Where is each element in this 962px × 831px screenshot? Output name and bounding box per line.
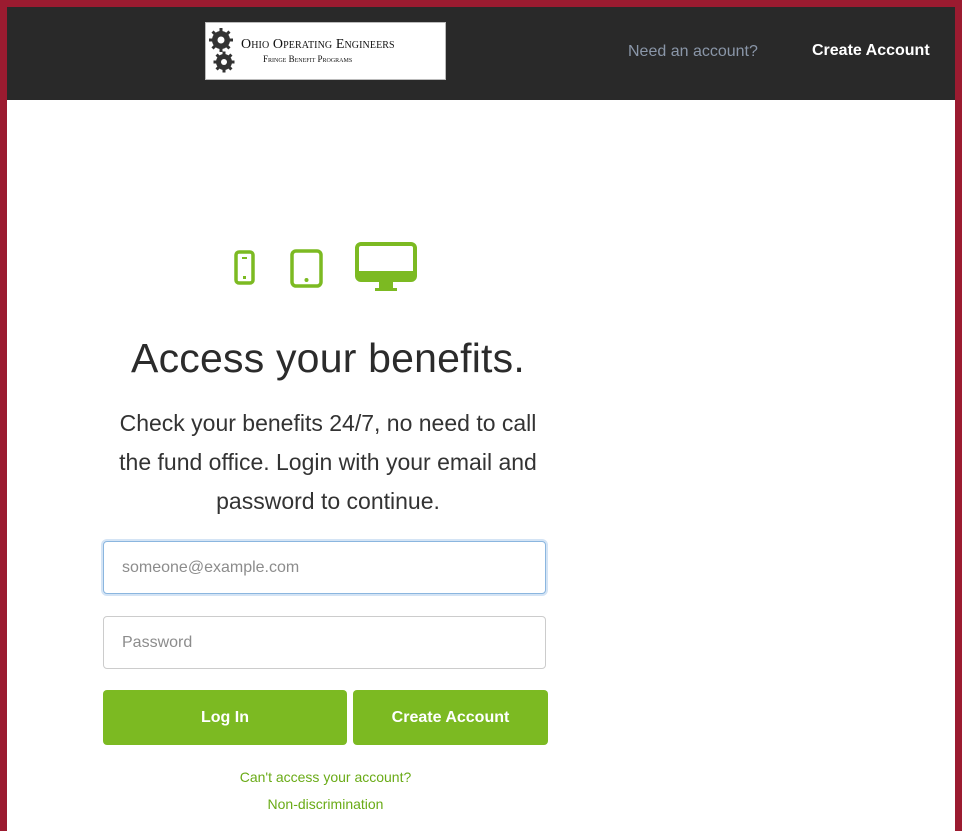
logo[interactable]: Ohio Operating Engineers Fringe Benefit …: [205, 22, 446, 80]
email-field[interactable]: [103, 541, 546, 594]
need-account-text: Need an account?: [628, 43, 758, 60]
tablet-icon: [290, 249, 323, 288]
top-navbar: Ohio Operating Engineers Fringe Benefit …: [7, 7, 955, 100]
logo-text: Ohio Operating Engineers Fringe Benefit …: [241, 38, 395, 64]
intro-text: Check your benefits 24/7, no need to cal…: [119, 410, 537, 514]
cant-access-account-link[interactable]: Can't access your account?: [103, 769, 548, 785]
gears-logo-icon: [209, 28, 235, 73]
desktop-icon: [355, 242, 417, 291]
non-discrimination-link[interactable]: Non-discrimination: [103, 796, 548, 812]
password-field[interactable]: [103, 616, 546, 669]
logo-title: Ohio Operating Engineers: [241, 37, 395, 52]
login-button[interactable]: Log In: [103, 690, 347, 745]
page-frame: Ohio Operating Engineers Fringe Benefit …: [7, 7, 955, 831]
logo-subtitle: Fringe Benefit Programs: [263, 54, 353, 64]
page-title: Access your benefits.: [131, 335, 525, 381]
device-icons: [232, 240, 422, 295]
phone-icon: [234, 250, 255, 285]
create-account-button[interactable]: Create Account: [353, 690, 548, 745]
create-account-link[interactable]: Create Account: [812, 42, 930, 60]
